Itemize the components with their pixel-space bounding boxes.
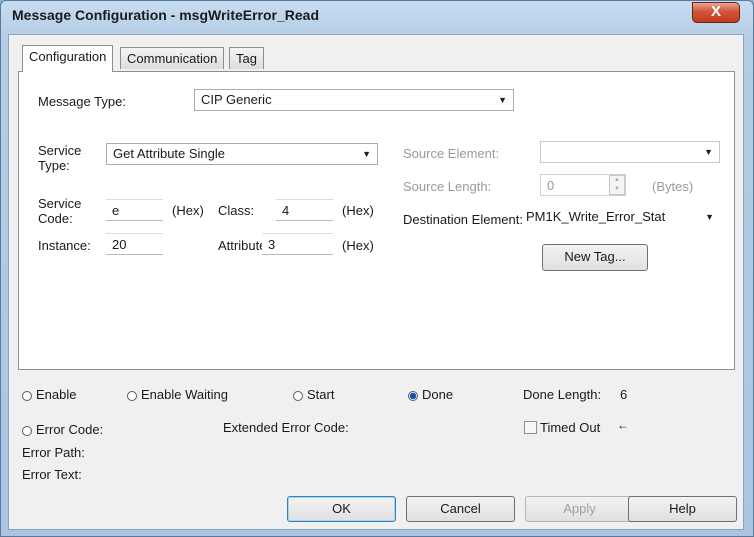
close-button[interactable]: X — [692, 2, 740, 23]
ok-button[interactable]: OK — [287, 496, 396, 522]
message-type-label: Message Type: — [38, 94, 126, 109]
new-tag-button[interactable]: New Tag... — [542, 244, 648, 271]
error-code-radio — [22, 426, 32, 436]
chevron-down-icon: ▼ — [704, 147, 713, 157]
done-length-value: 6 — [620, 387, 628, 402]
service-code-hex-label: (Hex) — [172, 203, 204, 218]
tab-tag[interactable]: Tag — [229, 47, 264, 69]
start-label: Start — [307, 387, 335, 402]
done-radio — [408, 391, 418, 401]
cancel-button[interactable]: Cancel — [406, 496, 515, 522]
chevron-down-icon: ▼ — [498, 95, 507, 105]
source-length-bytes-label: (Bytes) — [652, 179, 694, 194]
destination-element-value: PM1K_Write_Error_Stat — [526, 209, 666, 224]
service-type-label-line1: Service — [38, 143, 82, 158]
service-code-input[interactable]: e — [106, 199, 163, 221]
chevron-down-icon: ▼ — [362, 149, 371, 159]
service-type-select[interactable]: Get Attribute Single ▼ — [106, 143, 378, 165]
spin-up-icon: ▲ — [614, 177, 620, 183]
message-type-value: CIP Generic — [201, 92, 272, 107]
destination-element-select[interactable]: PM1K_Write_Error_Stat ▼ — [524, 207, 720, 229]
service-code-label-line2: Code: — [38, 211, 73, 226]
tab-configuration[interactable]: Configuration — [22, 45, 114, 72]
class-hex-label: (Hex) — [342, 203, 374, 218]
done-label: Done — [422, 387, 454, 402]
message-type-select[interactable]: CIP Generic ▼ — [194, 89, 514, 111]
source-element-select[interactable]: ▼ — [540, 141, 720, 163]
error-path-label: Error Path: — [22, 445, 85, 460]
window-title: Message Configuration - msgWriteError_Re… — [12, 7, 320, 23]
service-type-label-line2: Type: — [38, 158, 70, 173]
done-length-label: Done Length: — [523, 387, 602, 402]
enable-radio — [22, 391, 32, 401]
source-length-label: Source Length: — [403, 179, 492, 194]
enable-label: Enable — [36, 387, 77, 402]
instance-input[interactable]: 20 — [106, 233, 163, 255]
service-type-value: Get Attribute Single — [113, 146, 226, 161]
error-text-label: Error Text: — [22, 467, 82, 482]
class-input[interactable]: 4 — [276, 199, 333, 221]
attribute-input[interactable]: 3 — [262, 233, 333, 255]
enable-waiting-radio — [127, 391, 137, 401]
class-label: Class: — [218, 203, 255, 218]
instance-label: Instance: — [38, 238, 91, 253]
error-code-label: Error Code: — [36, 422, 104, 437]
start-radio — [293, 391, 303, 401]
attribute-hex-label: (Hex) — [342, 238, 374, 253]
apply-button[interactable]: Apply — [525, 496, 634, 522]
arrow-left-icon: ← — [617, 418, 629, 432]
destination-element-label: Destination Element: — [403, 212, 523, 227]
service-code-label-line1: Service — [38, 196, 82, 211]
help-button[interactable]: Help — [628, 496, 737, 522]
extended-error-code-label: Extended Error Code: — [223, 420, 349, 435]
spin-down-icon: ▼ — [614, 186, 620, 192]
tab-communication[interactable]: Communication — [120, 47, 225, 69]
source-length-spinner[interactable]: ▲ ▼ — [609, 175, 625, 195]
source-element-label: Source Element: — [403, 146, 500, 161]
timed-out-checkbox — [524, 421, 537, 434]
enable-waiting-label: Enable Waiting — [141, 387, 228, 402]
timed-out-label: Timed Out — [540, 420, 601, 435]
chevron-down-icon: ▼ — [705, 212, 714, 222]
